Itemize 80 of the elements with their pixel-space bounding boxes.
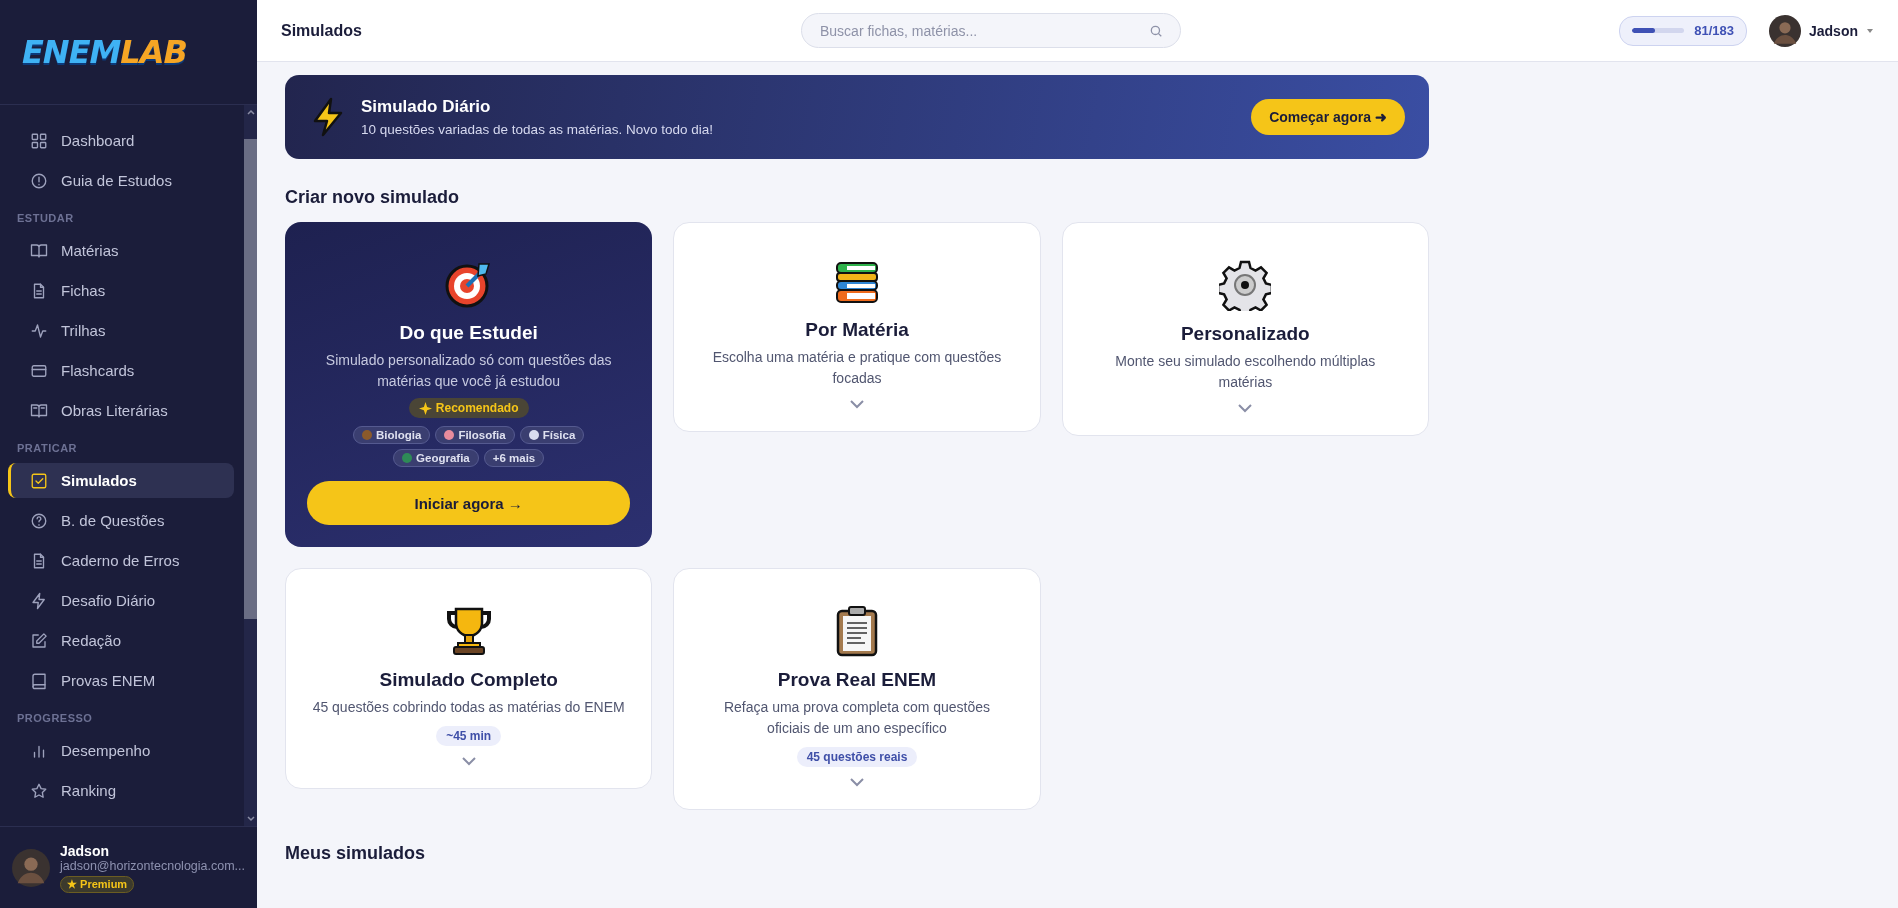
section-label: PRATICAR [16, 441, 78, 456]
card-title: Simulado Completo [379, 669, 558, 691]
nav-item[interactable]: Caderno de Erros [8, 543, 234, 578]
grid-icon [30, 131, 48, 150]
star-icon [30, 781, 48, 800]
caret-icon[interactable] [1866, 27, 1874, 34]
clipboard-icon [835, 605, 879, 657]
mode-card[interactable]: Por Matéria Escolha uma matéria e pratique com questões focadas [673, 222, 1041, 432]
card-title: Por Matéria [805, 319, 909, 341]
nav-item[interactable]: Obras Literárias [8, 393, 234, 428]
nav-item[interactable]: Trilhas [8, 313, 234, 348]
search-field[interactable]: Buscar fichas, matérias... [801, 13, 1181, 48]
lightning-icon [311, 97, 345, 137]
subject-tag: +6 mais [483, 449, 545, 467]
nav-item[interactable]: Ranking [8, 773, 234, 808]
nav-item[interactable]: Redação [8, 623, 234, 658]
card-description: Refaça uma prova completa com questões oficiais de um ano específico [722, 698, 992, 738]
section-heading: Meus simulados [285, 843, 427, 864]
lightning-icon [30, 591, 48, 610]
book-icon [30, 671, 48, 690]
help-icon [30, 511, 48, 530]
nav-item[interactable]: Dashboard [8, 123, 234, 158]
start-button[interactable]: Começar agora ➜ [1251, 99, 1405, 135]
progress-bar [1632, 28, 1685, 33]
mode-card[interactable]: Personalizado Monte seu simulado escolhendo múltiplas matérias [1061, 222, 1429, 436]
nav-item[interactable]: Matérias [8, 233, 234, 268]
page-title: Simulados [281, 21, 363, 40]
chevron-down-icon [849, 399, 865, 409]
subject-tag: Filosofia [435, 426, 515, 444]
section-label: PROGRESSO [16, 711, 94, 726]
premium-badge: ★ Premium [60, 875, 135, 893]
chevron-down-icon [460, 756, 477, 766]
card-title: Personalizado [1180, 323, 1310, 345]
chevron-down-icon [849, 777, 865, 787]
pulse-icon [30, 321, 48, 340]
progress-count: 81/183 [1694, 23, 1734, 38]
chevron-down-icon [1237, 403, 1254, 413]
mode-card[interactable]: Prova Real ENEM Refaça uma prova completa com questões oficiais de um ano específico 45 questões reais [673, 568, 1041, 810]
info-badge: 45 questões reais [796, 747, 918, 767]
section-label: ESTUDAR [16, 211, 75, 226]
card-title: Prova Real ENEM [777, 669, 937, 691]
recommended-badge: Recomendado [408, 398, 529, 418]
checkbox-icon [30, 471, 48, 490]
sparkle-icon [418, 401, 432, 415]
logo: ENEMLAB [22, 36, 187, 68]
mode-card[interactable]: Simulado Completo 45 questões cobrindo todas as matérias do ENEM ~45 min [285, 568, 653, 789]
start-button[interactable]: Iniciar agora → [307, 481, 631, 525]
card-description: Escolha uma matéria e pratique com questões focadas [711, 348, 1003, 388]
nav-item[interactable]: Flashcards [8, 353, 234, 388]
book-icon [30, 401, 48, 420]
gear-icon [1219, 259, 1272, 311]
avatar [1769, 14, 1801, 47]
subject-tag: Geografia [393, 449, 479, 467]
info-badge: ~45 min [436, 726, 502, 746]
nav-item[interactable]: Desafio Diário [8, 583, 234, 618]
subject-tag: Física [519, 426, 585, 444]
search-icon [1149, 24, 1163, 38]
nav-item[interactable]: B. de Questões [8, 503, 234, 538]
book-icon [30, 241, 48, 260]
card-description: Monte seu simulado escolhendo múltiplas matérias [1114, 352, 1377, 392]
nav-item[interactable]: Provas ENEM [8, 663, 234, 698]
subject-tag: Biologia [353, 426, 431, 444]
edit-icon [30, 631, 48, 650]
nav-item[interactable]: Guia de Estudos [8, 163, 234, 198]
user-email: jadson@horizontecnologia.com... [60, 858, 246, 873]
nav-item[interactable]: Desempenho [8, 733, 234, 768]
banner-subtitle: 10 questões variadas de todas as matérias. Novo todo dia! [361, 122, 713, 137]
section-heading: Criar novo simulado [285, 187, 461, 208]
banner-title: Simulado Diário [361, 97, 492, 117]
scrollbar-thumb[interactable] [244, 139, 257, 619]
card-title: Do que Estudei [399, 322, 538, 344]
user-name[interactable]: Jadson [1809, 22, 1858, 39]
avatar [12, 848, 50, 887]
nav-item[interactable]: Simulados [8, 463, 234, 498]
card-description: Simulado personalizado só com questões das matérias que você já estudou [324, 351, 613, 391]
nav-item[interactable]: Fichas [8, 273, 234, 308]
alert-icon [30, 171, 48, 190]
card-description: 45 questões cobrindo todas as matérias do ENEM [312, 698, 625, 717]
featured-card[interactable]: Do que Estudei Simulado personalizado só com questões das matérias que você já estudou Recomendado Biologia Filosofia Física Geografia +6 mais Iniciar agora → [285, 222, 653, 547]
user-name: Jadson [60, 842, 110, 859]
